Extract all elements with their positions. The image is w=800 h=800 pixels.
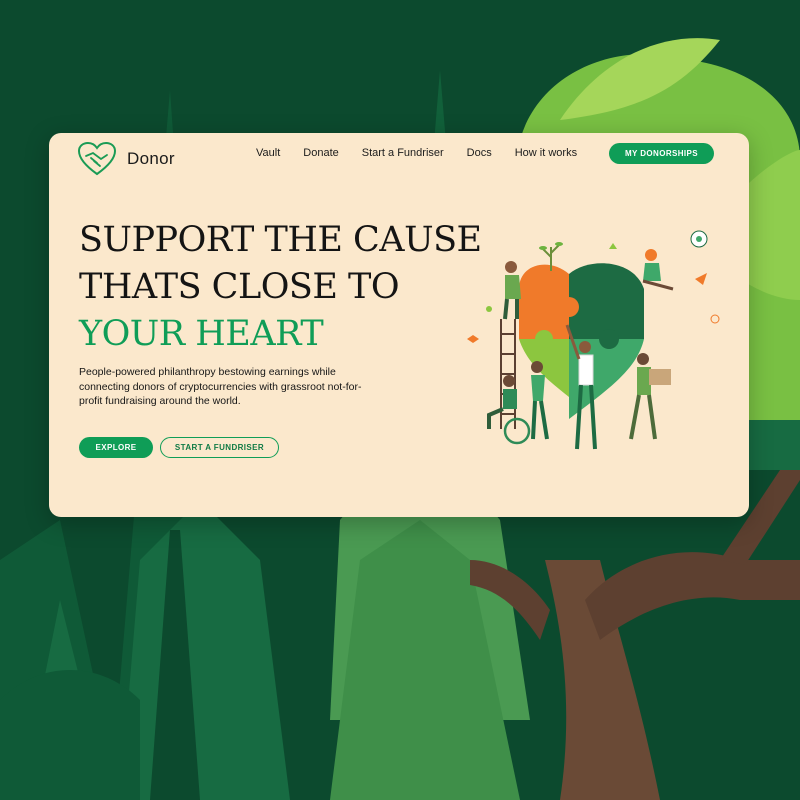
hero-illustration (467, 230, 720, 450)
headline-line-2: THATS CLOSE TO (79, 267, 400, 307)
brand-logo[interactable]: Donor (77, 141, 175, 177)
nav-link-vault[interactable]: Vault (256, 147, 280, 159)
headline-line-1: SUPPORT THE CAUSE (79, 220, 482, 260)
nav-link-start-fundriser[interactable]: Start a Fundriser (362, 147, 444, 159)
hero-headline: SUPPORT THE CAUSE THATS CLOSE TO YOUR HE… (79, 217, 482, 358)
nav-link-donate[interactable]: Donate (303, 147, 338, 159)
start-fundriser-button[interactable]: START A FUNDRISER (160, 437, 279, 458)
hero-description: People-powered philanthropy bestowing ea… (79, 366, 362, 407)
hero-card: Donor Vault Donate Start a Fundriser Doc… (49, 133, 749, 517)
my-donorships-button[interactable]: MY DONORSHIPS (609, 143, 714, 164)
nav-link-docs[interactable]: Docs (467, 147, 492, 159)
headline-line-3: YOUR HEART (79, 314, 324, 354)
nav-link-how-it-works[interactable]: How it works (515, 147, 577, 159)
brand-name: Donor (127, 149, 175, 168)
top-nav: Vault Donate Start a Fundriser Docs How … (256, 147, 600, 159)
explore-button[interactable]: EXPLORE (79, 437, 153, 458)
heart-handshake-icon (77, 141, 117, 176)
